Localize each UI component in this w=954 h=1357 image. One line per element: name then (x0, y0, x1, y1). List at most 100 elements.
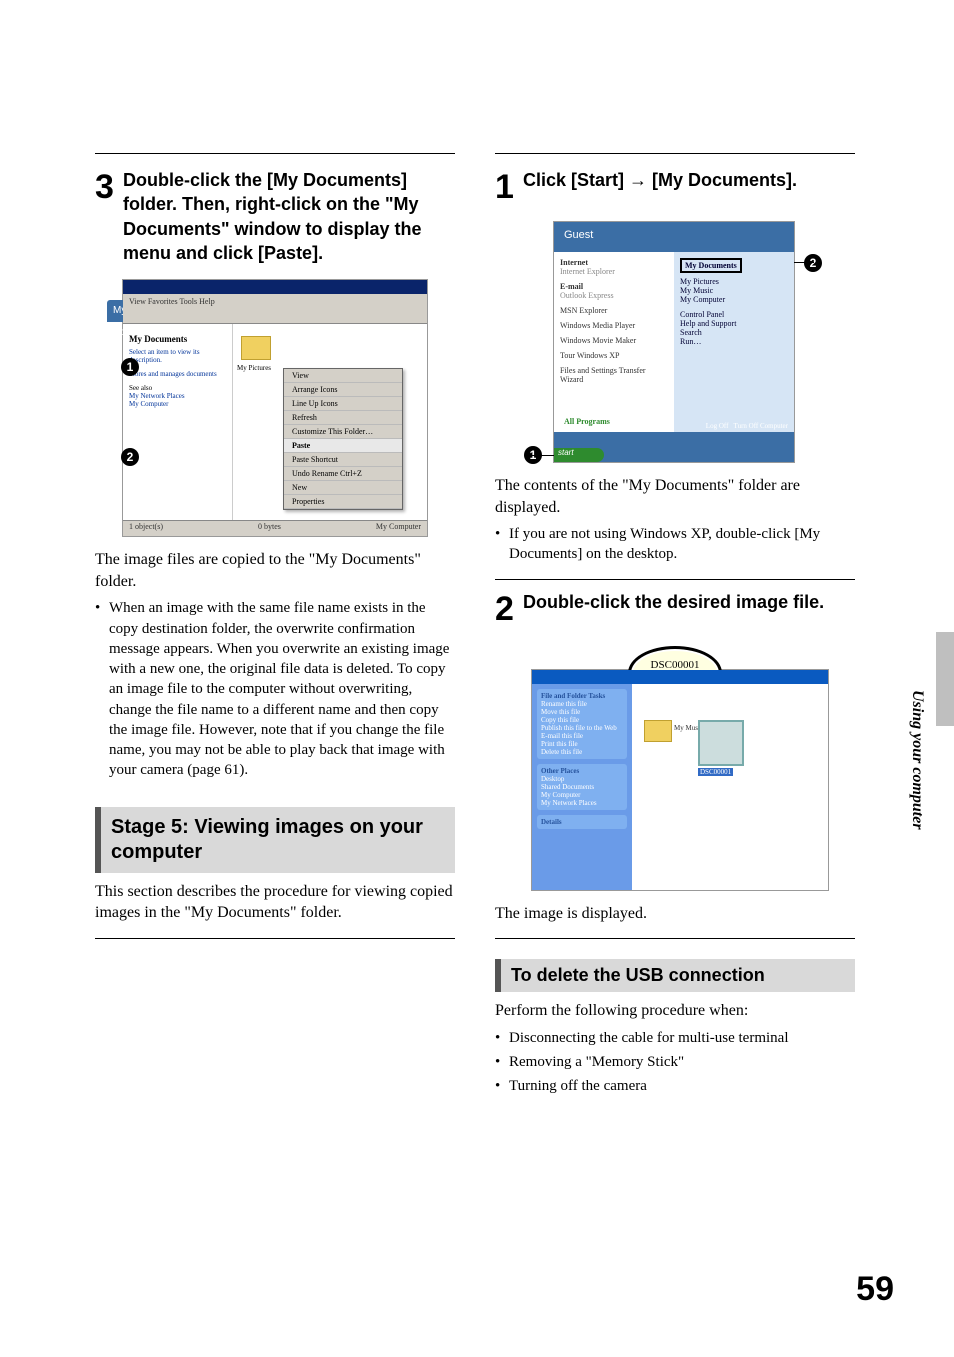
stage5-heading: Stage 5: Viewing images on your computer (95, 807, 455, 873)
folder-label: My Pictures (237, 364, 271, 372)
sec1-title: File and Folder Tasks (541, 692, 605, 700)
rule-top-left (95, 153, 455, 154)
leftpane-title: My Documents (129, 334, 226, 344)
step2-number: 2 (495, 590, 514, 629)
tasks-pane: File and Folder Tasks Rename this file M… (532, 684, 632, 890)
step3-result: The image files are copied to the "My Do… (95, 549, 455, 592)
menu-paste-shortcut: Paste Shortcut (284, 453, 402, 467)
leftpane-link: Stores and manages documents (129, 370, 226, 378)
tasks-section: File and Folder Tasks Rename this file M… (537, 689, 627, 759)
sec2-item: Desktop (541, 775, 564, 783)
sec2-item: My Network Places (541, 799, 597, 807)
sec1-item: Rename this file (541, 700, 587, 708)
window-titlebar (532, 670, 828, 684)
start-button: start (554, 448, 604, 462)
leader-line (794, 262, 814, 263)
page-number: 59 (856, 1270, 894, 1309)
sm-wmm: Windows Movie Maker (560, 336, 668, 345)
thumb-tab (936, 632, 954, 726)
status-bytes: 0 bytes (258, 522, 281, 535)
sec1-item: Publish this file to the Web (541, 724, 617, 732)
sm-msn: MSN Explorer (560, 306, 668, 315)
usb-heading: To delete the USB connection (495, 959, 855, 992)
step1-number: 1 (495, 168, 514, 207)
leftpane-seealso: See also (129, 384, 226, 392)
sm-search: Search (680, 328, 788, 337)
leftpane-link: My Computer (129, 400, 226, 408)
sm-logoff-row: Log Off Turn Off Computer (706, 422, 788, 430)
sec1-item: Copy this file (541, 716, 579, 724)
leader-line (532, 455, 554, 456)
sm-mycomp: My Computer (680, 295, 788, 304)
usb-bullet: Removing a "Memory Stick" (495, 1052, 855, 1072)
folder-icon (644, 720, 672, 742)
sm-internet-sub: Internet Explorer (560, 267, 615, 276)
menu-properties: Properties (284, 495, 402, 509)
leftpane-link: My Network Places (129, 392, 226, 400)
sec1-item: Print this file (541, 740, 578, 748)
step2-screenshot: DSC00001 JPEG Image File and Folder Task… (531, 669, 829, 891)
sm-run: Run… (680, 337, 788, 346)
step1-title-a: Click [Start] (523, 170, 629, 190)
taskbar: start (554, 432, 794, 462)
sm-email-sub: Outlook Express (560, 291, 614, 300)
usb-body: Perform the following procedure when: (495, 1000, 855, 1022)
sec2-item: Shared Documents (541, 783, 594, 791)
window-titlebar (123, 280, 427, 294)
sec2-item: My Computer (541, 791, 580, 799)
sm-cpanel: Control Panel (680, 310, 788, 319)
step3-number: 3 (95, 168, 114, 207)
stage5-body: This section describes the procedure for… (95, 881, 455, 924)
sec1-item: Move this file (541, 708, 580, 716)
step1-result: The contents of the "My Documents" folde… (495, 475, 855, 518)
details-section: Details (537, 815, 627, 829)
status-objects: 1 object(s) (129, 522, 163, 535)
step-3: 3 Double-click the [My Documents] folder… (95, 168, 455, 781)
step3-note: When an image with the same file name ex… (95, 598, 455, 780)
rule-left-bottom (95, 938, 455, 939)
usb-bullet: Turning off the camera (495, 1076, 855, 1096)
step2-result: The image is displayed. (495, 903, 855, 925)
sm-internet: Internet (560, 258, 588, 267)
menu-refresh: Refresh (284, 411, 402, 425)
sec2-title: Other Places (541, 767, 579, 775)
image-thumbnail (698, 720, 744, 766)
sm-turnoff: Turn Off Computer (734, 422, 788, 430)
rule (495, 938, 855, 939)
step1-title: Click [Start] → [My Documents]. (523, 168, 855, 192)
menu-undo: Undo Rename Ctrl+Z (284, 467, 402, 481)
explorer-right-pane: My Pictures View Arrange Icons Line Up I… (233, 324, 427, 520)
rule (495, 579, 855, 580)
menu-new: New (284, 481, 402, 495)
explorer-main: My Music DSC00001 (632, 684, 828, 890)
step3-screenshot: My Documents View Favorites Tools Help M… (122, 279, 428, 537)
step2-title: Double-click the desired image file. (523, 590, 855, 614)
folder-icon (241, 336, 271, 360)
sec1-item: E-mail this file (541, 732, 583, 740)
step1-title-b: [My Documents]. (647, 170, 797, 190)
menu-paste: Paste (284, 439, 402, 453)
sm-logoff: Log Off (706, 422, 729, 430)
sm-wmp: Windows Media Player (560, 321, 668, 330)
usb-bullet: Disconnecting the cable for multi-use te… (495, 1028, 855, 1048)
step3-title: Double-click the [My Documents] folder. … (123, 168, 455, 265)
status-comp: My Computer (376, 522, 421, 535)
sm-mypics: My Pictures (680, 277, 788, 286)
explorer-left-pane: My Documents Select an item to view its … (123, 324, 233, 520)
start-menu-user: Guest (554, 222, 794, 252)
start-menu-left: InternetInternet Explorer E-mailOutlook … (554, 252, 674, 432)
places-section: Other Places Desktop Shared Documents My… (537, 764, 627, 810)
menu-arrange: Arrange Icons (284, 383, 402, 397)
thumb-label: DSC00001 (698, 768, 733, 776)
sm-mydocs: My Documents (680, 258, 742, 273)
rule-top-right (495, 153, 855, 154)
menu-customize: Customize This Folder… (284, 425, 402, 439)
section-side-label: Using your computer (908, 690, 926, 830)
status-bar: 1 object(s) 0 bytes My Computer (123, 520, 427, 536)
sec3-title: Details (541, 818, 562, 826)
leftpane-desc: Select an item to view its description. (129, 348, 226, 364)
sm-fstw: Files and Settings Transfer Wizard (560, 366, 668, 384)
step1-note: If you are not using Windows XP, double-… (495, 524, 855, 565)
sm-email: E-mail (560, 282, 583, 291)
menu-lineup: Line Up Icons (284, 397, 402, 411)
